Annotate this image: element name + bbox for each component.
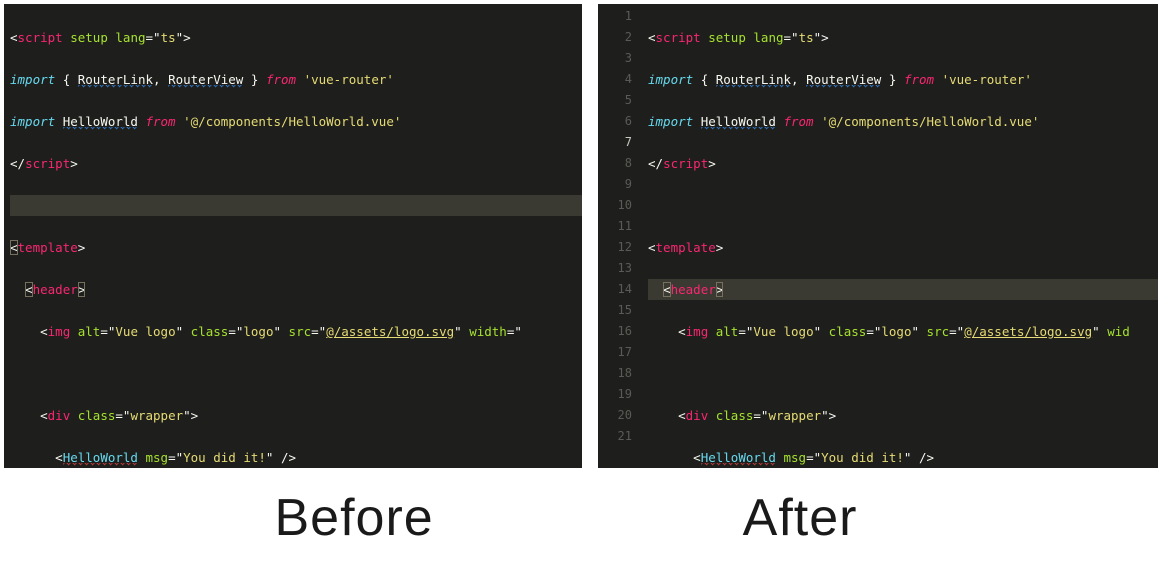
line-number[interactable]: 9: [600, 174, 632, 195]
line-number[interactable]: 20: [600, 405, 632, 426]
line-number[interactable]: 2: [600, 27, 632, 48]
label-before: Before: [274, 488, 433, 548]
line-number[interactable]: 19: [600, 384, 632, 405]
line-number[interactable]: 18: [600, 363, 632, 384]
line-number[interactable]: 13: [600, 258, 632, 279]
line-number[interactable]: 8: [600, 153, 632, 174]
line-number[interactable]: 4: [600, 69, 632, 90]
line-number-gutter[interactable]: 1 2 3 4 5 6 7 8 9 10 11 12 13 14 15 16 1…: [598, 4, 642, 468]
line-number[interactable]: 5: [600, 90, 632, 111]
line-number[interactable]: 10: [600, 195, 632, 216]
line-number[interactable]: 11: [600, 216, 632, 237]
label-after: After: [743, 488, 858, 548]
line-number-active[interactable]: 7: [600, 132, 632, 153]
line-number[interactable]: 12: [600, 237, 632, 258]
line-number[interactable]: 15: [600, 300, 632, 321]
line-number[interactable]: 14: [600, 279, 632, 300]
code-before[interactable]: <script setup lang="ts"> import { Router…: [4, 4, 582, 468]
line-number[interactable]: 16: [600, 321, 632, 342]
line-number[interactable]: 6: [600, 111, 632, 132]
comparison-labels: Before After: [0, 488, 1162, 548]
line-number[interactable]: 1: [600, 6, 632, 27]
editor-before: <script setup lang="ts"> import { Router…: [4, 4, 582, 468]
line-number[interactable]: 3: [600, 48, 632, 69]
line-number[interactable]: 21: [600, 426, 632, 447]
editor-after: 1 2 3 4 5 6 7 8 9 10 11 12 13 14 15 16 1…: [598, 4, 1158, 468]
line-number[interactable]: 17: [600, 342, 632, 363]
code-after[interactable]: <script setup lang="ts"> import { Router…: [642, 4, 1158, 468]
comparison-container: <script setup lang="ts"> import { Router…: [0, 0, 1162, 472]
